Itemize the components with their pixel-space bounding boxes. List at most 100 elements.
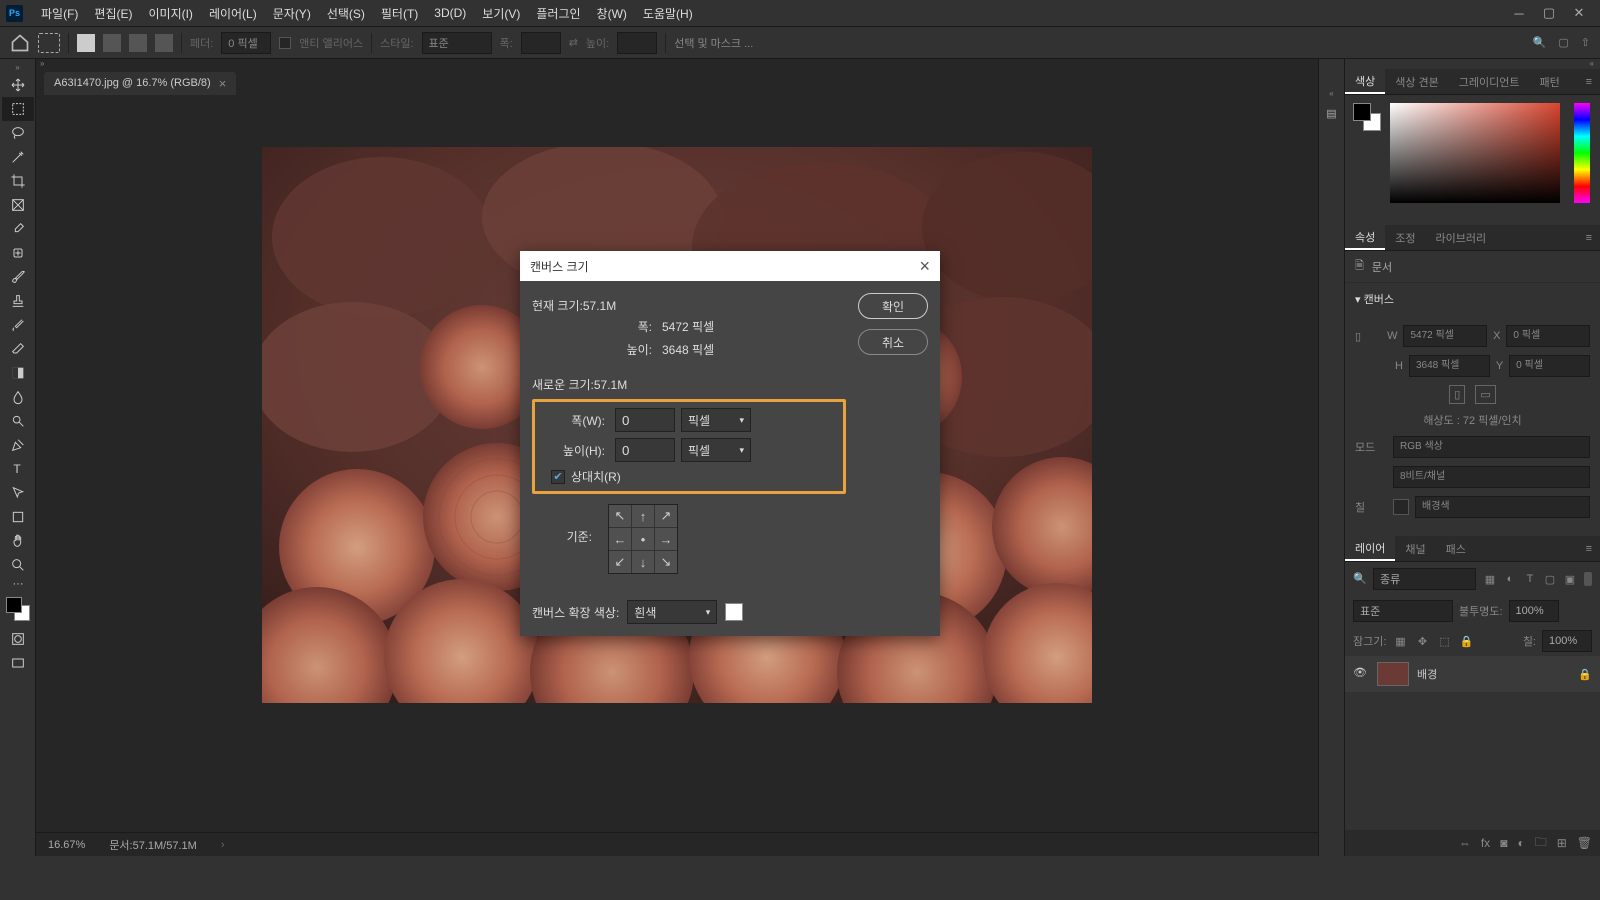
relative-checkbox[interactable]: ✔	[551, 470, 565, 484]
tab-channels[interactable]: 채널	[1395, 536, 1435, 561]
tabbar-expand[interactable]: »	[36, 59, 1318, 69]
new-layer-icon[interactable]: ⊞	[1557, 836, 1567, 850]
layer-thumbnail[interactable]	[1377, 662, 1409, 686]
history-panel-icon[interactable]: ▤	[1320, 101, 1344, 125]
pen-tool[interactable]	[2, 433, 34, 457]
landscape-icon[interactable]: ▭	[1475, 385, 1495, 404]
filter-smart-icon[interactable]: ▣	[1562, 571, 1578, 587]
menu-filter[interactable]: 필터(T)	[373, 5, 426, 22]
prop-fill-select[interactable]: 배경색	[1415, 496, 1590, 518]
zoom-level[interactable]: 16.67%	[48, 839, 85, 851]
blend-mode-select[interactable]: 표준	[1353, 600, 1453, 622]
menu-select[interactable]: 선택(S)	[319, 5, 373, 22]
fill-input[interactable]: 100%	[1542, 630, 1592, 652]
status-chevron-icon[interactable]: ›	[221, 839, 225, 851]
tab-color[interactable]: 색상	[1345, 69, 1385, 94]
lock-artboard-icon[interactable]: ⬚	[1436, 633, 1452, 649]
anchor-bl[interactable]: ↙	[609, 551, 631, 573]
eraser-tool[interactable]	[2, 337, 34, 361]
antialias-checkbox[interactable]	[279, 37, 291, 49]
tab-swatches[interactable]: 색상 견본	[1385, 69, 1449, 94]
group-icon[interactable]: 🗀	[1535, 833, 1547, 854]
panels-collapse[interactable]: «	[1319, 89, 1344, 99]
minimize-button[interactable]: ─	[1504, 3, 1534, 23]
menu-3d[interactable]: 3D(D)	[426, 6, 474, 20]
menu-help[interactable]: 도움말(H)	[635, 5, 701, 22]
prop-w-input[interactable]: 5472 픽셀	[1403, 325, 1487, 347]
menu-view[interactable]: 보기(V)	[474, 5, 528, 22]
frame-tool[interactable]	[2, 193, 34, 217]
ok-button[interactable]: 확인	[858, 293, 928, 319]
eyedropper-tool[interactable]	[2, 217, 34, 241]
prop-fill-swatch[interactable]	[1393, 499, 1409, 515]
tab-properties[interactable]: 속성	[1345, 225, 1385, 250]
share-icon[interactable]: ⇧	[1581, 36, 1590, 49]
menu-type[interactable]: 문자(Y)	[265, 5, 319, 22]
filter-toggle[interactable]	[1584, 572, 1592, 586]
width-input[interactable]	[521, 32, 561, 54]
hue-slider[interactable]	[1574, 103, 1590, 203]
lock-all-icon[interactable]: 🔒	[1458, 633, 1474, 649]
hand-tool[interactable]	[2, 529, 34, 553]
layer-filter-type[interactable]: 종류	[1373, 568, 1476, 590]
menu-file[interactable]: 파일(F)	[33, 5, 86, 22]
maximize-button[interactable]: ▢	[1534, 3, 1564, 23]
feather-input[interactable]: 0 픽셀	[221, 32, 271, 54]
lasso-tool[interactable]	[2, 121, 34, 145]
portrait-icon[interactable]: ▯	[1449, 385, 1465, 404]
orientation-icon[interactable]: ▯	[1355, 330, 1361, 343]
layer-name[interactable]: 배경	[1417, 666, 1437, 682]
menu-plugins[interactable]: 플러그인	[528, 5, 588, 22]
layer-mask-icon[interactable]: ◙	[1500, 836, 1507, 850]
healing-tool[interactable]	[2, 241, 34, 265]
menu-edit[interactable]: 편집(E)	[86, 5, 140, 22]
anchor-c[interactable]: •	[632, 528, 654, 550]
tab-gradients[interactable]: 그레이디언트	[1449, 69, 1530, 94]
brush-tool[interactable]	[2, 265, 34, 289]
anchor-t[interactable]: ↑	[632, 505, 654, 527]
select-and-mask-button[interactable]: 선택 및 마스크 ...	[674, 35, 753, 51]
menu-window[interactable]: 창(W)	[589, 5, 635, 22]
tool-preset[interactable]	[38, 33, 60, 53]
link-layers-icon[interactable]: ⇔	[1459, 836, 1471, 850]
adjustment-layer-icon[interactable]: ◐	[1517, 836, 1524, 850]
path-select-tool[interactable]	[2, 481, 34, 505]
document-tab[interactable]: A63I1470.jpg @ 16.7% (RGB/8) ×	[44, 72, 236, 95]
swap-wh-icon[interactable]: ⇄	[569, 36, 578, 49]
color-fg-bg[interactable]	[1353, 103, 1381, 131]
lock-position-icon[interactable]: ✥	[1414, 633, 1430, 649]
move-tool[interactable]	[2, 73, 34, 97]
prop-h-input[interactable]: 3648 픽셀	[1409, 355, 1490, 377]
close-window-button[interactable]: ✕	[1564, 3, 1594, 23]
tab-adjustments[interactable]: 조정	[1385, 225, 1425, 250]
stamp-tool[interactable]	[2, 289, 34, 313]
cancel-button[interactable]: 취소	[858, 329, 928, 355]
tab-layers[interactable]: 레이어	[1345, 536, 1395, 561]
menu-image[interactable]: 이미지(I)	[140, 5, 200, 22]
dialog-close-icon[interactable]: ×	[919, 256, 930, 277]
dialog-titlebar[interactable]: 캔버스 크기 ×	[520, 251, 940, 281]
search-icon[interactable]: 🔍	[1533, 36, 1547, 49]
anchor-tr[interactable]: ↗	[655, 505, 677, 527]
toolbar-expand[interactable]: »	[0, 63, 35, 73]
layer-row-background[interactable]: 👁 배경 🔒	[1345, 656, 1600, 692]
prop-canvas-label[interactable]: ▾ 캔버스	[1355, 294, 1394, 306]
history-brush-tool[interactable]	[2, 313, 34, 337]
height-input[interactable]	[617, 32, 657, 54]
prop-mode-select[interactable]: RGB 색상	[1393, 436, 1590, 458]
home-icon[interactable]	[10, 33, 30, 53]
menu-layer[interactable]: 레이어(L)	[201, 5, 265, 22]
prop-bits-select[interactable]: 8비트/채널	[1393, 466, 1590, 488]
tab-patterns[interactable]: 패턴	[1530, 69, 1570, 94]
color-panel-menu[interactable]: ≡	[1578, 76, 1600, 88]
layer-fx-icon[interactable]: fx	[1481, 836, 1490, 850]
zoom-tool[interactable]	[2, 553, 34, 577]
color-swatches[interactable]	[6, 597, 30, 621]
anchor-b[interactable]: ↓	[632, 551, 654, 573]
tab-paths[interactable]: 패스	[1436, 536, 1476, 561]
visibility-icon[interactable]: 👁	[1353, 666, 1369, 682]
marquee-tool[interactable]	[2, 97, 34, 121]
filter-shape-icon[interactable]: ▢	[1542, 571, 1558, 587]
selection-intersect-icon[interactable]	[155, 34, 173, 52]
lock-pixels-icon[interactable]: ▦	[1392, 633, 1408, 649]
